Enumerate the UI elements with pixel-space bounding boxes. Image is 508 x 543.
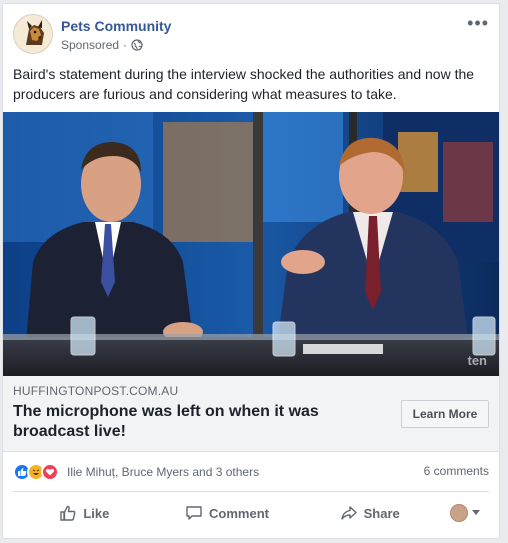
dog-logo-icon — [14, 15, 52, 53]
link-headline[interactable]: The microphone was left on when it was b… — [13, 402, 333, 442]
comment-label: Comment — [209, 505, 269, 521]
learn-more-button[interactable]: Learn More — [401, 400, 489, 428]
thumbs-up-icon — [60, 505, 76, 521]
link-preview[interactable]: HUFFINGTONPOST.COM.AU The microphone was… — [3, 376, 499, 452]
post-card: Pets Community Sponsored · ••• Baird's s… — [2, 3, 500, 539]
reaction-icons[interactable] — [13, 463, 59, 481]
profile-selector[interactable] — [441, 504, 489, 522]
more-options-icon[interactable]: ••• — [467, 14, 489, 32]
dot-separator: · — [123, 38, 128, 52]
tv-studio-image — [3, 112, 499, 376]
reactor-names[interactable]: Ilie Mihuț, Bruce Myers and 3 others — [67, 465, 259, 479]
action-bar: Like Comment Share — [13, 494, 489, 532]
page-avatar[interactable] — [13, 14, 53, 54]
user-avatar-icon — [450, 504, 469, 522]
chevron-down-icon — [472, 510, 481, 515]
post-header: Pets Community Sponsored · ••• — [13, 14, 489, 56]
like-button[interactable]: Like — [13, 497, 156, 529]
reactions-bar: Ilie Mihuț, Bruce Myers and 3 others 6 c… — [13, 462, 489, 482]
post-body-text: Baird's statement during the interview s… — [13, 66, 475, 102]
share-arrow-icon — [340, 506, 357, 520]
like-label: Like — [83, 505, 110, 521]
share-label: Share — [363, 505, 400, 521]
post-image[interactable]: ten — [3, 112, 499, 376]
love-reaction-icon — [41, 463, 59, 481]
sponsored-label[interactable]: Sponsored — [61, 38, 119, 52]
comment-icon — [186, 506, 202, 520]
link-domain: HUFFINGTONPOST.COM.AU — [13, 384, 179, 398]
actions-divider — [13, 491, 489, 492]
sponsored-line: Sponsored · — [61, 38, 143, 52]
globe-icon[interactable] — [131, 39, 143, 51]
channel-watermark: ten — [467, 353, 488, 368]
comment-button[interactable]: Comment — [156, 497, 299, 529]
page-name-link[interactable]: Pets Community — [61, 18, 171, 34]
share-button[interactable]: Share — [298, 497, 441, 529]
comments-count[interactable]: 6 comments — [424, 464, 489, 478]
